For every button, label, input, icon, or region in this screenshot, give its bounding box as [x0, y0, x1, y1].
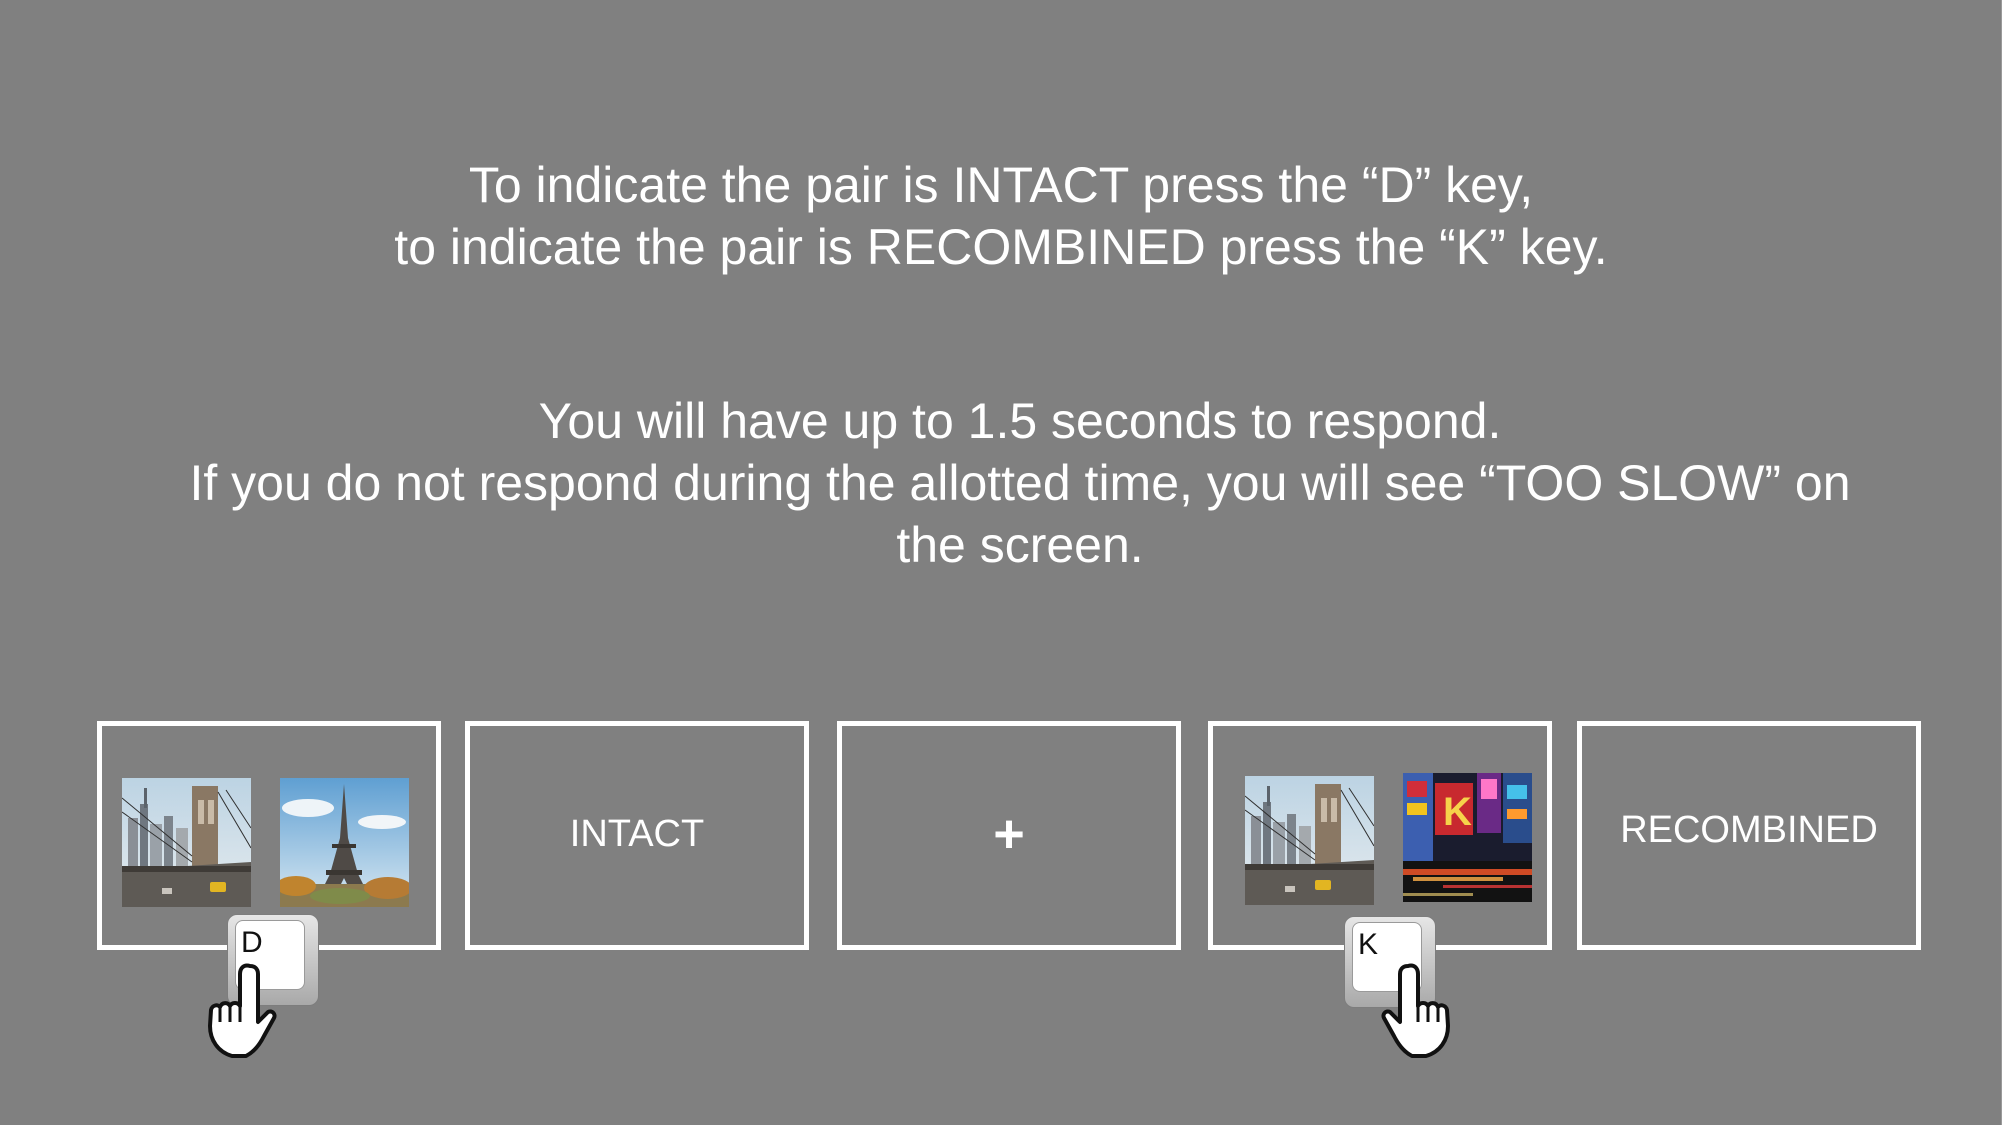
times-square-photo: K	[1403, 773, 1532, 902]
recombined-response-frame: RECOMBINED	[1577, 721, 1921, 950]
intact-label: INTACT	[569, 813, 705, 855]
intact-response-frame: INTACT	[465, 721, 809, 950]
fixation-frame: +	[837, 721, 1181, 950]
key-instructions: To indicate the pair is INTACT press the…	[0, 154, 2002, 278]
recombined-label: RECOMBINED	[1620, 809, 1878, 851]
too-slow-text: If you do not respond during the allotte…	[189, 455, 1851, 511]
intact-instruction: To indicate the pair is INTACT press the…	[468, 157, 1534, 213]
instruction-slide: To indicate the pair is INTACT press the…	[0, 0, 2002, 1125]
timing-instructions: You will have up to 1.5 seconds to respo…	[120, 390, 1920, 576]
recombined-instruction: to indicate the pair is RECOMBINED press…	[394, 219, 1608, 275]
time-limit-text: You will have up to 1.5 seconds to respo…	[538, 393, 1502, 449]
brooklyn-bridge-photo	[1245, 776, 1374, 905]
brooklyn-bridge-photo	[122, 778, 251, 907]
pointing-hand-icon	[1368, 960, 1468, 1060]
too-slow-text-continued: the screen.	[896, 517, 1144, 573]
svg-text:K: K	[1443, 790, 1472, 834]
pointing-hand-icon	[190, 960, 290, 1060]
fixation-cross: +	[993, 804, 1025, 864]
k-key-label: K	[1358, 928, 1379, 961]
d-key-label: D	[241, 926, 263, 959]
eiffel-tower-photo	[280, 778, 409, 907]
